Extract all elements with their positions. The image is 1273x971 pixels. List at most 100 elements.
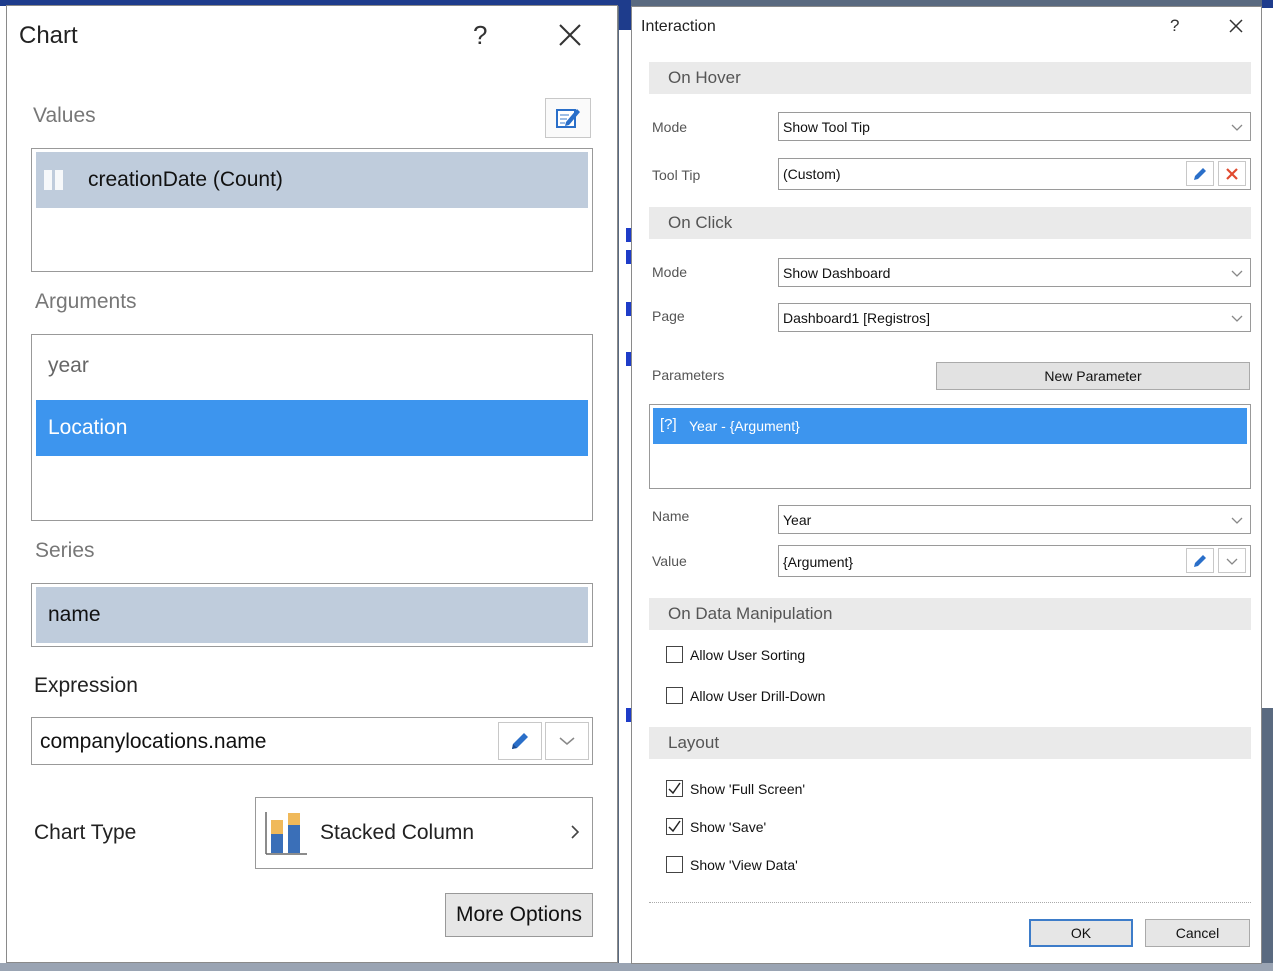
new-parameter-button[interactable]: New Parameter xyxy=(936,362,1250,390)
allow-user-sorting-checkbox[interactable]: Allow User Sorting xyxy=(666,646,805,663)
param-value-field[interactable]: {Argument} xyxy=(778,545,1251,577)
pencil-icon xyxy=(512,733,528,749)
on-hover-header-label: On Hover xyxy=(668,68,741,87)
expression-field[interactable]: companylocations.name xyxy=(31,717,593,765)
show-full-screen-checkbox[interactable]: Show 'Full Screen' xyxy=(666,780,805,797)
tooltip-edit-button[interactable] xyxy=(1186,161,1214,186)
hover-mode-select[interactable]: Show Tool Tip xyxy=(778,112,1251,141)
on-data-manipulation-header: On Data Manipulation xyxy=(649,598,1251,630)
chevron-down-icon xyxy=(1226,558,1238,565)
allow-user-drilldown-checkbox[interactable]: Allow User Drill-Down xyxy=(666,687,825,704)
interaction-close-button[interactable] xyxy=(1226,16,1246,36)
interaction-help-button[interactable]: ? xyxy=(1170,16,1179,36)
on-click-header-label: On Click xyxy=(668,213,733,232)
pencil-icon xyxy=(1194,554,1206,567)
arguments-label: Arguments xyxy=(35,290,137,313)
page-select[interactable]: Dashboard1 [Registros] xyxy=(778,303,1251,332)
chart-type-label: Chart Type xyxy=(34,821,137,844)
param-name-label: Name xyxy=(652,508,690,524)
checkbox-checked[interactable] xyxy=(666,780,683,797)
allow-user-drilldown-label: Allow User Drill-Down xyxy=(690,687,826,704)
tooltip-delete-button[interactable] xyxy=(1218,161,1246,186)
chevron-down-icon xyxy=(1231,124,1243,131)
parameters-list[interactable]: [?] Year - {Argument} xyxy=(649,404,1251,489)
background-window-edge xyxy=(1262,8,1273,708)
checkbox-unchecked[interactable] xyxy=(666,856,683,873)
series-item[interactable]: name xyxy=(36,587,588,643)
hover-mode-label: Mode xyxy=(652,119,688,135)
arguments-item-label: year xyxy=(48,354,89,377)
page-label: Page xyxy=(652,308,685,324)
param-value-edit-button[interactable] xyxy=(1186,548,1214,573)
footer-divider xyxy=(649,902,1251,903)
edit-values-button[interactable] xyxy=(545,98,591,138)
check-icon xyxy=(668,820,681,833)
show-full-screen-label: Show 'Full Screen' xyxy=(690,780,806,797)
more-options-button[interactable]: More Options xyxy=(445,893,593,937)
cancel-button[interactable]: Cancel xyxy=(1145,919,1250,947)
chart-dialog: Chart ? Values creationDate (Count) Argu… xyxy=(6,5,618,963)
series-label: Series xyxy=(35,539,95,562)
delete-icon xyxy=(1226,167,1238,180)
background-window-titlebar xyxy=(1262,0,1273,8)
parameters-label: Parameters xyxy=(652,367,725,383)
chevron-down-icon xyxy=(1231,517,1243,524)
interaction-dialog-title: Interaction xyxy=(641,18,716,35)
arguments-item-label: Location xyxy=(48,416,128,439)
click-mode-select[interactable]: Show Dashboard xyxy=(778,258,1251,287)
parameter-item[interactable]: [?] Year - {Argument} xyxy=(653,408,1247,444)
check-icon xyxy=(668,782,681,795)
chart-help-button[interactable]: ? xyxy=(473,20,487,51)
parameter-item-label: Year - {Argument} xyxy=(689,418,800,434)
background-window-titlebar xyxy=(619,0,631,30)
hover-mode-value: Show Tool Tip xyxy=(783,119,870,135)
tooltip-value: (Custom) xyxy=(783,166,841,182)
series-list[interactable]: name xyxy=(31,583,593,647)
chart-close-button[interactable] xyxy=(555,20,585,50)
arguments-item-location[interactable]: Location xyxy=(36,400,588,456)
param-value-dropdown-button[interactable] xyxy=(1218,548,1246,573)
checkbox-checked[interactable] xyxy=(666,818,683,835)
arguments-list[interactable]: year Location xyxy=(31,334,593,521)
param-name-select[interactable]: Year xyxy=(778,505,1251,534)
expression-label: Expression xyxy=(34,674,138,697)
values-label: Values xyxy=(33,104,96,127)
expression-dropdown-button[interactable] xyxy=(545,722,589,760)
background-taskbar xyxy=(0,963,1273,971)
ok-button[interactable]: OK xyxy=(1029,919,1133,947)
chevron-down-icon xyxy=(559,737,575,745)
values-item[interactable]: creationDate (Count) xyxy=(36,152,588,208)
checkbox-unchecked[interactable] xyxy=(666,646,683,663)
layout-header-label: Layout xyxy=(668,733,720,752)
edit-icon xyxy=(556,109,580,128)
show-view-data-label: Show 'View Data' xyxy=(690,856,798,873)
tooltip-label: Tool Tip xyxy=(652,167,701,183)
pencil-icon xyxy=(1194,167,1206,180)
layout-header: Layout xyxy=(649,727,1251,759)
click-mode-value: Show Dashboard xyxy=(783,265,891,281)
arguments-item-year[interactable]: year xyxy=(36,338,588,394)
parameter-icon: [?] xyxy=(660,416,677,433)
checkbox-unchecked[interactable] xyxy=(666,687,683,704)
chart-type-value: Stacked Column xyxy=(320,821,475,844)
allow-user-sorting-label: Allow User Sorting xyxy=(690,646,806,663)
chevron-right-icon xyxy=(570,824,580,845)
chevron-down-icon xyxy=(1231,315,1243,322)
chart-dialog-title: Chart xyxy=(19,22,78,49)
page-value: Dashboard1 [Registros] xyxy=(783,310,931,326)
show-save-label: Show 'Save' xyxy=(690,818,767,835)
show-view-data-checkbox[interactable]: Show 'View Data' xyxy=(666,856,798,873)
param-value-label: Value xyxy=(652,553,687,569)
close-icon xyxy=(559,24,581,46)
tooltip-field[interactable]: (Custom) xyxy=(778,158,1251,190)
chart-type-selector[interactable]: Stacked Column xyxy=(255,797,593,869)
param-name-value: Year xyxy=(783,512,812,528)
stacked-column-icon xyxy=(265,812,307,855)
show-save-checkbox[interactable]: Show 'Save' xyxy=(666,818,766,835)
expression-edit-button[interactable] xyxy=(498,722,542,760)
on-click-header: On Click xyxy=(649,207,1251,239)
chevron-down-icon xyxy=(1231,270,1243,277)
click-mode-label: Mode xyxy=(652,264,688,280)
series-item-label: name xyxy=(48,603,101,626)
values-list[interactable]: creationDate (Count) xyxy=(31,148,593,272)
